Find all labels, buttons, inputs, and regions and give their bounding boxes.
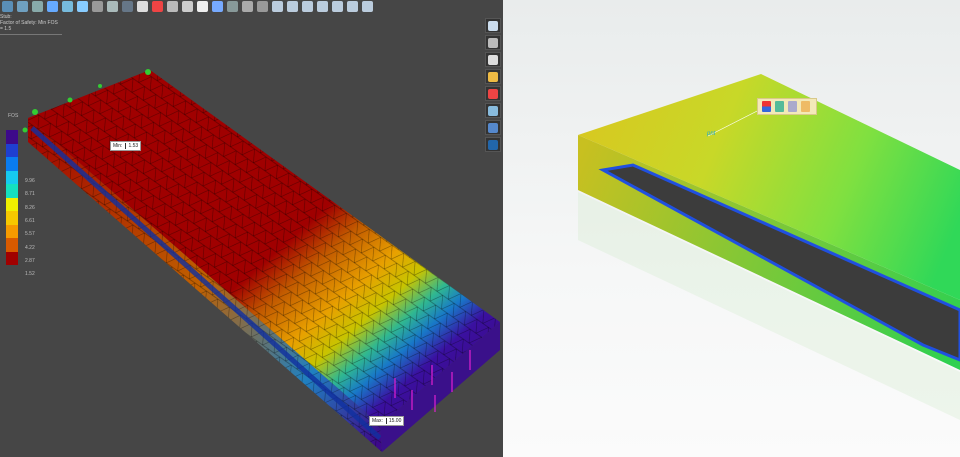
- legend-value: 2.87: [25, 257, 35, 264]
- open-folder-tab[interactable]: [485, 52, 501, 67]
- layout-2-icon[interactable]: [287, 1, 298, 12]
- legend-title: FOS: [8, 113, 19, 119]
- zoom-area-icon[interactable]: [17, 1, 28, 12]
- open-folder-icon: [488, 54, 498, 65]
- edit-definition-icon[interactable]: [788, 101, 797, 112]
- layout-7-icon[interactable]: [362, 1, 373, 12]
- view-toolbar: [0, 0, 373, 14]
- line-icon[interactable]: [227, 1, 238, 12]
- legend-swatch: [6, 184, 18, 198]
- study-name: Factor of Safety: Min FOS = 1.5: [0, 20, 62, 35]
- legend-swatch: [6, 211, 18, 225]
- sketch-icon[interactable]: [212, 1, 223, 12]
- deformed-shape-icon[interactable]: [775, 101, 784, 112]
- layout-4-icon[interactable]: [317, 1, 328, 12]
- min-value: 1.53: [125, 143, 138, 149]
- max-tag: Max: 15.00: [369, 416, 405, 426]
- legend-value: 8.71: [25, 191, 35, 198]
- context-toolbar: [757, 98, 817, 115]
- edit-appearance-icon[interactable]: [107, 1, 118, 12]
- smart-dimension-icon[interactable]: [257, 1, 268, 12]
- legend-swatch: [6, 130, 18, 144]
- home-icon: [488, 20, 498, 31]
- view-settings-icon[interactable]: [137, 1, 148, 12]
- max-value: 15.00: [385, 418, 401, 424]
- fos-legend: [6, 130, 18, 265]
- refresh-icon: [488, 122, 498, 133]
- legend-value: 5.57: [25, 231, 35, 238]
- parts-icon: [488, 37, 498, 48]
- legend-swatch: [6, 157, 18, 171]
- scene-icon[interactable]: [122, 1, 133, 12]
- legend-swatch: [6, 251, 18, 265]
- hide-show-icon[interactable]: [92, 1, 103, 12]
- left-viewport[interactable]: Stub: Factor of Safety: Min FOS = 1.5 FO…: [0, 0, 503, 457]
- plot-color-icon[interactable]: [762, 101, 771, 112]
- legend-swatch: [6, 238, 18, 252]
- properties-icon: [488, 105, 498, 116]
- min-tag: Min: 1.53: [110, 141, 142, 151]
- fea-mesh-model: [22, 69, 500, 452]
- appearances-tab[interactable]: [485, 86, 501, 101]
- section-view-icon[interactable]: [47, 1, 58, 12]
- task-pane-tabs: [485, 18, 502, 152]
- layout-3-icon[interactable]: [302, 1, 313, 12]
- probe-label: pnt: [707, 131, 716, 137]
- legend-value: 8.26: [25, 204, 35, 211]
- layout-6-icon[interactable]: [347, 1, 358, 12]
- parts-tab[interactable]: [485, 35, 501, 50]
- legend-value: 6.61: [25, 217, 35, 224]
- legend-value: 9.96: [25, 178, 35, 184]
- right-viewport[interactable]: pnt: [503, 0, 960, 457]
- legend-value: 4.22: [25, 244, 35, 251]
- monitor-icon[interactable]: [167, 1, 178, 12]
- layout-1-icon[interactable]: [272, 1, 283, 12]
- legend-swatch: [6, 224, 18, 238]
- home-tab[interactable]: [485, 18, 501, 33]
- probe-settings-icon[interactable]: [801, 101, 810, 112]
- previous-view-icon[interactable]: [32, 1, 43, 12]
- render-tools-icon[interactable]: [152, 1, 163, 12]
- design-library-tab[interactable]: [485, 69, 501, 84]
- legend-swatch: [6, 143, 18, 157]
- rendered-model: [578, 74, 960, 420]
- legend-swatch: [6, 170, 18, 184]
- decal-icon[interactable]: [197, 1, 208, 12]
- simulation-tab[interactable]: [485, 137, 501, 152]
- min-label: Min:: [113, 143, 123, 149]
- toolbox-icon[interactable]: [182, 1, 193, 12]
- appearances-icon: [488, 88, 498, 99]
- simulation-icon: [488, 139, 498, 150]
- legend-value: 1.52: [25, 271, 35, 278]
- max-label: Max:: [372, 418, 383, 424]
- trim-icon[interactable]: [242, 1, 253, 12]
- layout-5-icon[interactable]: [332, 1, 343, 12]
- display-style-icon[interactable]: [77, 1, 88, 12]
- view-orientation-icon[interactable]: [62, 1, 73, 12]
- zoom-fit-icon[interactable]: [2, 1, 13, 12]
- legend-swatch: [6, 197, 18, 211]
- design-library-icon: [488, 71, 498, 82]
- refresh-tab[interactable]: [485, 120, 501, 135]
- properties-tab[interactable]: [485, 103, 501, 118]
